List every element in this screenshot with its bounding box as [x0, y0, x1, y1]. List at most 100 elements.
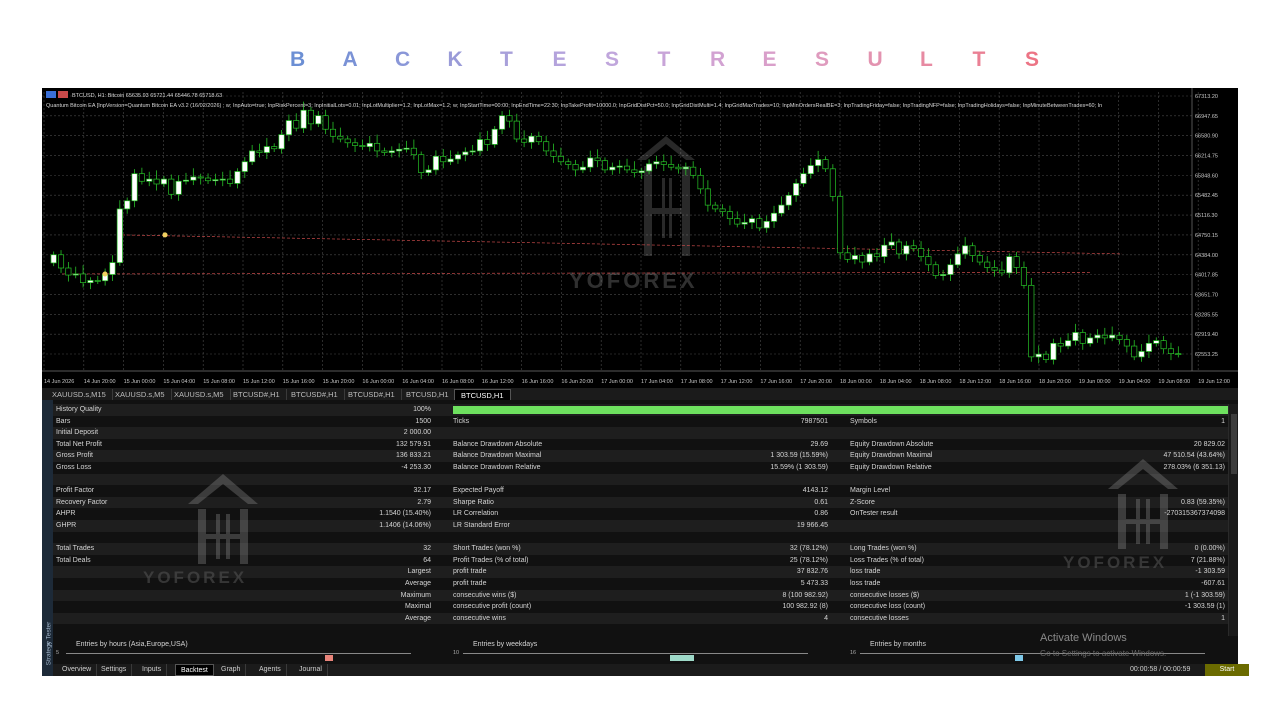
histogram-bar: [1015, 655, 1024, 661]
metric-label: OnTester result: [850, 510, 898, 518]
tester-tab-inputs[interactable]: Inputs: [137, 664, 168, 676]
chart-tab[interactable]: BTCUSD,H1: [400, 389, 456, 400]
time-axis-label: 19 Jun 00:00: [1079, 379, 1111, 385]
metric-value: 1: [1221, 417, 1225, 425]
time-axis-label: 15 Jun 12:00: [243, 379, 275, 385]
metric-value: 29.69: [810, 440, 828, 448]
metric-label: LR Correlation: [453, 510, 499, 518]
histogram-title: Entries by months: [870, 641, 927, 648]
metric-value: 19 966.45: [796, 522, 828, 529]
metric-label: Z-Score: [850, 498, 875, 506]
candle-bullish: [234, 171, 241, 184]
price-axis-label: 65848.60: [1195, 173, 1218, 179]
candle-bullish: [396, 148, 403, 152]
candle-bearish: [756, 218, 763, 229]
results-scrollbar[interactable]: [1228, 404, 1238, 636]
candle-bearish: [337, 135, 344, 140]
watermark-logo-left: YOFOREX: [143, 464, 288, 594]
candle-bearish: [322, 115, 329, 130]
candle-bearish: [1042, 353, 1050, 360]
candle-bearish: [307, 109, 314, 125]
start-button[interactable]: Start: [1205, 664, 1249, 676]
candle-bullish: [815, 159, 822, 166]
scrollbar-thumb[interactable]: [1231, 414, 1237, 474]
metric-label: Equity Drawdown Absolute: [850, 440, 934, 448]
tester-tab-agents[interactable]: Agents: [254, 664, 287, 676]
metric-label: Balance Drawdown Relative: [453, 464, 541, 471]
candle-bullish: [793, 183, 800, 196]
metric-value: 8 (100 982.92): [782, 591, 828, 599]
title-letter: T: [657, 48, 671, 71]
metric-value: -607.61: [1201, 580, 1225, 587]
chart-tab[interactable]: XAUUSD.s,M5: [168, 389, 231, 400]
candle-bullish: [1087, 337, 1094, 344]
time-axis-label: 16 Jun 20:00: [561, 379, 593, 385]
price-axis-label: 66947.65: [1195, 114, 1218, 120]
candle-bearish: [1079, 332, 1086, 344]
flag-icon: [58, 91, 68, 98]
candle-bearish: [594, 157, 601, 162]
candle-bearish: [1131, 345, 1138, 358]
candle-bearish: [572, 164, 579, 171]
histogram-title: Entries by weekdays: [473, 641, 538, 648]
chart-ea-info: Quantum Bitcoin EA [InpVersion=Quantum B…: [46, 103, 1102, 109]
candle-bullish: [807, 165, 814, 175]
tester-tab-settings[interactable]: Settings: [96, 664, 133, 676]
histogram-bar: [670, 655, 694, 661]
time-axis-label: 19 Jun 08:00: [1158, 379, 1190, 385]
candle-bearish: [910, 245, 917, 249]
price-chart[interactable]: 67313.20 66947.65 66580.90 66214.75 65848.60…: [42, 88, 1238, 386]
candle-bullish: [778, 204, 785, 214]
candle-bearish: [256, 150, 263, 153]
watermark-house-icon: [1108, 459, 1178, 549]
metric-label: Loss Trades (% of total): [850, 556, 924, 564]
chart-tab[interactable]: BTCUSD#,H1: [285, 389, 345, 400]
chart-tab[interactable]: XAUUSD.s,M15: [46, 389, 113, 400]
watermark-text: YOFOREX: [143, 568, 248, 587]
candle-bullish: [1035, 353, 1042, 358]
candle-bullish: [146, 178, 153, 182]
candle-bullish: [851, 255, 858, 260]
title-letter: T: [972, 48, 986, 71]
candle-bearish: [660, 161, 667, 165]
title-letter: C: [395, 48, 411, 71]
candle-bearish: [440, 155, 447, 163]
candle-bearish: [565, 161, 572, 165]
chart-tab[interactable]: BTCUSD#,H1: [342, 389, 402, 400]
metric-label: consecutive wins ($): [453, 591, 517, 599]
title-letter: E: [552, 48, 567, 71]
chart-tab[interactable]: XAUUSD.s,M5: [109, 389, 172, 400]
time-axis-label: 17 Jun 12:00: [721, 379, 753, 385]
chart-tab[interactable]: BTCUSD,H1: [454, 389, 511, 400]
chart-symbol-info: BTCUSD, H1: Bitcoin 65635.93 65721.44 65…: [72, 93, 222, 99]
candle-bearish: [352, 142, 359, 146]
candle-bearish: [205, 177, 212, 182]
entries-histogram: Entries by hours (Asia,Europe,USA) 5: [56, 636, 426, 664]
candle-bearish: [550, 150, 557, 157]
metric-label: Expected Payoff: [453, 487, 504, 495]
candle-bearish: [484, 139, 491, 145]
candle-bullish: [940, 274, 947, 276]
candle-bullish: [249, 150, 256, 163]
candle-bullish: [954, 253, 961, 266]
candle-bullish: [748, 218, 756, 223]
chart-tab[interactable]: BTCUSD#,H1: [227, 389, 287, 400]
time-axis-label: 16 Jun 00:00: [362, 379, 394, 385]
candle-bearish: [153, 178, 160, 185]
tester-tab-graph[interactable]: Graph: [216, 664, 247, 676]
strategy-tester-side-label: ✕ Strategy Tester: [42, 400, 53, 676]
tester-tab-backtest[interactable]: Backtest: [175, 664, 214, 676]
watermark-pillar: [662, 178, 665, 238]
time-axis-label: 16 Jun 04:00: [402, 379, 434, 385]
metric-label: GHPR: [56, 522, 77, 529]
trade-entry-marker: [102, 271, 108, 277]
tester-tab-journal[interactable]: Journal: [294, 664, 328, 676]
candle-bullish: [366, 142, 373, 147]
candle-bullish: [285, 120, 292, 136]
chart-canvas[interactable]: 67313.20 66947.65 66580.90 66214.75 65848.60…: [42, 88, 1238, 386]
tester-tab-overview[interactable]: Overview: [57, 664, 98, 676]
histogram-scale: 5: [56, 650, 60, 656]
metric-label: consecutive losses ($): [850, 591, 920, 599]
metric-value: Average: [405, 580, 431, 587]
candle-bearish: [837, 196, 844, 254]
